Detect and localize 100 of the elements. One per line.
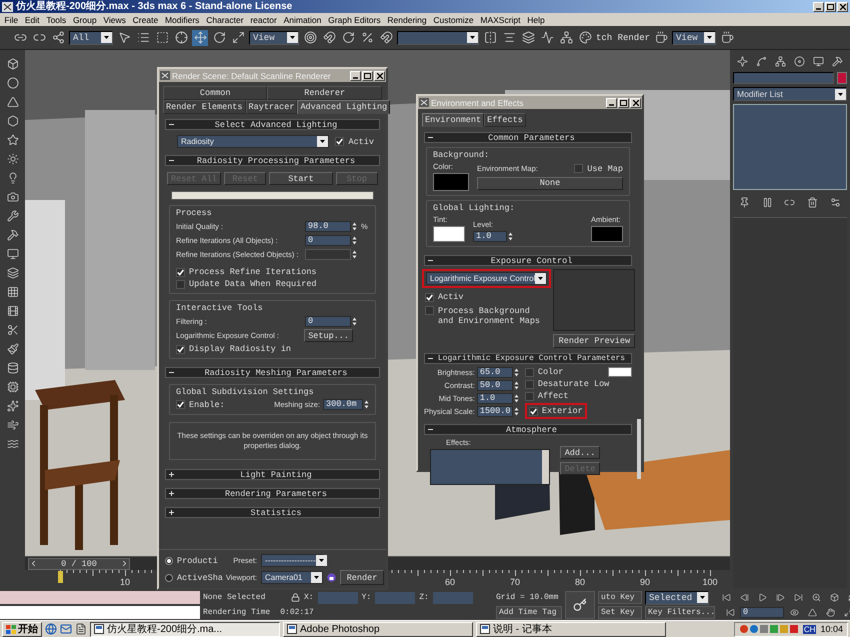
tab[interactable]: Raytracer: [246, 100, 298, 114]
wrench-icon[interactable]: [4, 208, 20, 224]
auto-key-button[interactable]: uto Key: [598, 591, 642, 604]
checkbox[interactable]: [425, 306, 434, 315]
angle-snap-icon[interactable]: [340, 30, 356, 46]
menu-item[interactable]: Create: [129, 14, 162, 26]
spinner-arrows-icon[interactable]: [514, 394, 519, 403]
radio-button[interactable]: [165, 556, 173, 564]
menu-item[interactable]: MAXScript: [476, 14, 524, 26]
checkbox[interactable]: [524, 368, 534, 376]
spinner-arrows-icon[interactable]: [352, 222, 357, 230]
dropdown[interactable]: Camera01: [261, 571, 323, 584]
checkbox[interactable]: [335, 137, 344, 146]
close-icon[interactable]: [837, 2, 848, 12]
dropdown[interactable]: Logarithmic Exposure Control: [426, 272, 548, 285]
map-button[interactable]: None: [477, 176, 623, 190]
checkbox[interactable]: [176, 344, 185, 354]
setup-button[interactable]: Setup...: [304, 329, 353, 342]
rollout-header[interactable]: Light Painting: [165, 469, 380, 480]
dropdown[interactable]: View: [672, 30, 716, 44]
color-swatch[interactable]: [433, 173, 469, 191]
monitor-icon[interactable]: [4, 246, 20, 262]
triangle-icon[interactable]: [4, 94, 20, 110]
rotate-icon[interactable]: [211, 30, 227, 46]
palette-icon[interactable]: [577, 30, 593, 46]
checkbox[interactable]: [574, 164, 584, 173]
minimize-icon[interactable]: [350, 70, 361, 80]
name-field[interactable]: [733, 72, 834, 84]
number-field[interactable]: 65.0: [476, 367, 513, 378]
rollout-header[interactable]: Select Advanced Lighting: [165, 119, 380, 130]
menu-item[interactable]: Group: [70, 14, 100, 26]
schematic-icon[interactable]: [558, 30, 574, 46]
mirror-icon[interactable]: [482, 30, 498, 46]
number-field[interactable]: 50.0: [476, 380, 513, 391]
crosshair-icon[interactable]: [173, 30, 189, 46]
key-button[interactable]: [565, 591, 595, 619]
selection-set-dropdown[interactable]: [397, 30, 479, 44]
rollout-header[interactable]: Logarithmic Exposure Control Parameters: [424, 353, 632, 364]
number-field[interactable]: 0: [305, 234, 351, 246]
checkbox[interactable]: [528, 406, 538, 416]
color-swatch[interactable]: [433, 226, 465, 242]
lock-icon[interactable]: [291, 593, 300, 602]
rollout-header[interactable]: Common Parameters: [424, 132, 632, 143]
set-key-button[interactable]: Set Key: [598, 606, 642, 619]
sun-icon[interactable]: [4, 151, 20, 167]
nodes-icon[interactable]: [50, 30, 66, 46]
dropdown[interactable]: Modifier List: [733, 87, 847, 101]
spinner-arrows-icon[interactable]: [514, 368, 519, 377]
dropdown[interactable]: View: [249, 30, 299, 44]
menu-item[interactable]: Customize: [430, 14, 477, 26]
star-icon[interactable]: [4, 132, 20, 148]
tab[interactable]: Renderer: [267, 86, 382, 100]
menu-item[interactable]: File: [1, 14, 22, 26]
circle-icon[interactable]: [4, 75, 20, 91]
menu-item[interactable]: reactor: [246, 14, 280, 26]
rollout-header[interactable]: Radiosity Processing Parameters: [165, 155, 380, 166]
radio-button[interactable]: [165, 574, 173, 582]
chevron-right-icon[interactable]: [120, 559, 129, 568]
rollout-header[interactable]: Statistics: [165, 507, 380, 518]
spinner-arrows-icon[interactable]: [364, 400, 369, 409]
browser-icon[interactable]: [45, 623, 57, 635]
number-field[interactable]: 1.0: [476, 393, 513, 404]
number-field[interactable]: 300.0m: [323, 399, 363, 410]
rollout-header[interactable]: Atmosphere: [424, 424, 632, 435]
taskbar-button[interactable]: 说明 - 记事本: [476, 622, 666, 636]
taskbar-button[interactable]: 仿火星教程-200细分.ma...: [90, 622, 280, 636]
restore-icon[interactable]: [825, 2, 836, 12]
minimize-icon[interactable]: [606, 98, 617, 108]
menu-item[interactable]: Graph Editors: [324, 14, 384, 26]
rollout-header[interactable]: Radiosity Meshing Parameters: [165, 367, 380, 378]
script-input-field[interactable]: [0, 606, 200, 619]
coordinate-field[interactable]: [432, 592, 473, 604]
color-swatch[interactable]: [837, 72, 847, 84]
chevron-left-icon[interactable]: [29, 559, 38, 568]
render-preview-button[interactable]: Render Preview: [553, 334, 636, 348]
color-swatch[interactable]: [591, 226, 623, 242]
number-field[interactable]: 1.0: [473, 231, 507, 242]
start-button[interactable]: 开始: [2, 622, 42, 636]
key-filters-button[interactable]: Key Filters...: [645, 606, 715, 619]
add-time-tag-button[interactable]: Add Time Tag: [496, 606, 562, 619]
spinner-arrows-icon[interactable]: [352, 316, 357, 326]
language-indicator[interactable]: CH: [802, 624, 816, 634]
number-field[interactable]: 1500.0: [476, 406, 513, 417]
time-slider-thumb[interactable]: 0 / 100: [28, 558, 130, 570]
document-icon[interactable]: [75, 623, 87, 635]
frame-field[interactable]: 0: [740, 607, 784, 618]
move-icon[interactable]: [192, 30, 208, 46]
paintbrush-icon[interactable]: [4, 341, 20, 357]
scrollbar-thumb[interactable]: [637, 419, 641, 479]
rollout-header[interactable]: Exposure Control: [424, 255, 632, 266]
button[interactable]: Add...: [560, 446, 600, 459]
menu-item[interactable]: Edit: [21, 14, 43, 26]
menu-item[interactable]: Modifiers: [162, 14, 203, 26]
dropdown[interactable]: All: [69, 30, 113, 44]
menu-item[interactable]: Views: [100, 14, 130, 26]
scale-icon[interactable]: [230, 30, 246, 46]
checkbox[interactable]: [425, 292, 434, 302]
spinner-arrows-icon[interactable]: [514, 407, 519, 416]
tab[interactable]: Effects: [484, 113, 526, 127]
checkbox[interactable]: [524, 380, 534, 388]
